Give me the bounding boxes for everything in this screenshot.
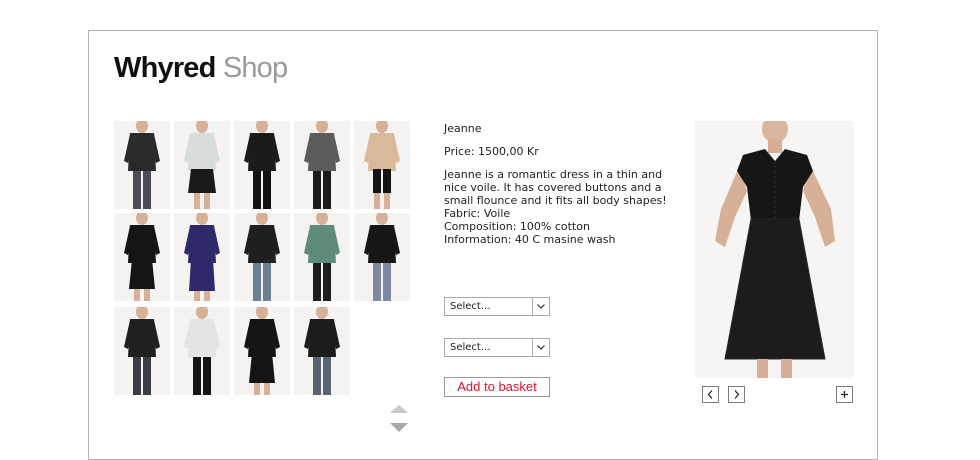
product-description: Jeanne is a romantic dress in a thin and… [444,168,676,246]
product-price: Price: 1500,00 Kr [444,145,539,158]
size-select-value: Select... [450,301,491,312]
thumbnail-black-cardigan[interactable] [294,307,350,395]
thumbnail-navy-coat[interactable] [174,213,230,301]
thumbnail-black-leather-jacket[interactable] [114,307,170,395]
thumbnail-black-shirt-jeans[interactable] [234,213,290,301]
chevron-right-icon [734,390,740,399]
color-select-value: Select... [450,342,491,353]
black-dress-photo [695,121,854,378]
composition-line: Composition: 100% cotton [444,220,590,233]
chevron-down-icon[interactable] [532,298,549,315]
logo-brand: Whyred [114,52,216,84]
chevron-left-icon [707,390,713,399]
scroll-up-icon[interactable] [390,405,408,413]
zoom-button[interactable] [836,386,853,403]
product-main-image [695,121,854,378]
color-select[interactable]: Select... [444,338,550,357]
description-line: small flounce and it fits all body shape… [444,194,667,207]
thumbnail-black-jacket[interactable] [114,121,170,209]
description-line: Jeanne is a romantic dress in a thin and [444,168,663,181]
thumbnail-printed-shirt[interactable] [294,213,350,301]
thumbnail-black-dress[interactable] [114,213,170,301]
thumbnail-black-knit-dress[interactable] [234,307,290,395]
fabric-line: Fabric: Voile [444,207,511,220]
logo-section: Shop [222,52,288,84]
thumbnail-beige-top-black-capris[interactable] [354,121,410,209]
prev-image-button[interactable] [702,386,719,403]
thumbnail-white-top-black-skirt[interactable] [174,121,230,209]
chevron-down-icon[interactable] [532,339,549,356]
add-to-basket-button[interactable]: Add to basket [444,377,550,397]
next-image-button[interactable] [728,386,745,403]
plus-icon [841,391,848,398]
thumbnail-black-outfit[interactable] [234,121,290,209]
product-name: Jeanne [444,122,482,135]
thumbnail-black-blouse-jeans[interactable] [354,213,410,301]
description-line: nice voile. It has covered buttons and a [444,181,662,194]
scroll-down-icon[interactable] [390,423,408,432]
thumbnail-grey-top-black-pants[interactable] [294,121,350,209]
care-info-line: Information: 40 C masine wash [444,233,616,246]
thumbnail-white-shirt[interactable] [174,307,230,395]
whyred-shop-logo[interactable]: Whyred Shop [114,51,288,85]
size-select[interactable]: Select... [444,297,550,316]
